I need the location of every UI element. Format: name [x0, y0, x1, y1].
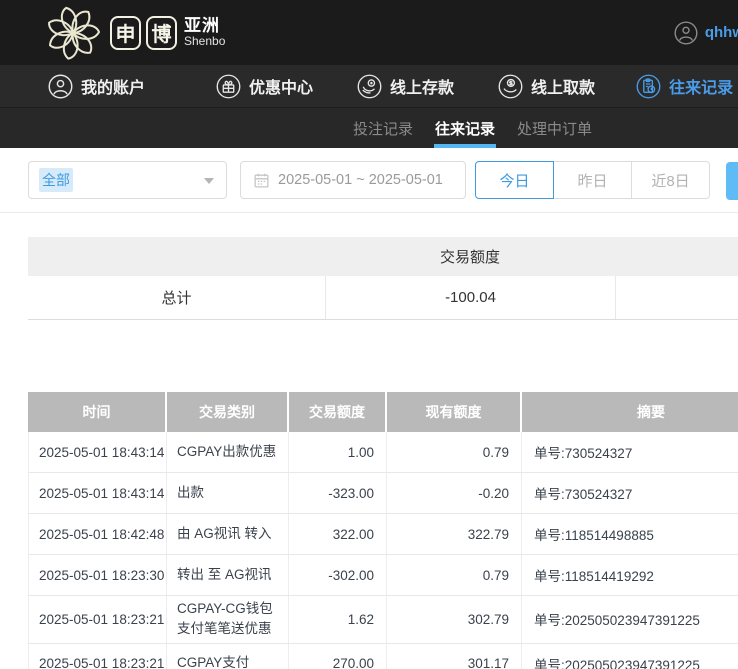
record-tabs: 投注记录 往来记录 处理中订单: [0, 107, 738, 148]
deposit-icon: [357, 74, 382, 99]
cell-balance: 322.79: [387, 514, 522, 554]
cell-balance: 302.79: [387, 596, 522, 643]
cell-amount: 1.00: [289, 432, 387, 472]
brand-subtitle: Shenbo: [184, 35, 225, 48]
cell-amount: -323.00: [289, 473, 387, 513]
cell-time: 2025-05-01 18:43:14: [28, 473, 167, 513]
summary-total-value: -100.04: [325, 276, 615, 319]
cell-type: 转出 至 AG视讯: [167, 555, 289, 595]
table-row: 2025-05-01 18:42:48 由 AG视讯 转入 322.00 322…: [28, 514, 738, 555]
nav-item-transaction-records[interactable]: 往来记录: [636, 74, 733, 99]
user-account-area[interactable]: qhhw: [674, 0, 738, 65]
cell-time: 2025-05-01 18:23:21: [28, 596, 167, 643]
cell-amount: 1.62: [289, 596, 387, 643]
nav-label: 优惠中心: [249, 74, 313, 98]
cell-balance: 0.79: [387, 432, 522, 472]
nav-item-my-account[interactable]: 我的账户: [48, 74, 145, 99]
main-navigation: 我的账户 优惠中心: [0, 65, 738, 107]
nav-item-promotions[interactable]: 优惠中心: [216, 74, 313, 99]
cell-balance: 0.79: [387, 555, 522, 595]
nav-label: 我的账户: [81, 74, 145, 98]
cell-type: CGPAY-CG钱包支付笔笔送优惠: [167, 596, 289, 643]
top-header-bar: 申 博 亚洲 Shenbo qhhw: [0, 0, 738, 65]
cell-balance: 301.17: [387, 644, 522, 669]
nav-label: 线上存款: [390, 74, 454, 98]
cell-summary: 单号:202505023947391225: [522, 596, 738, 643]
table-row: 2025-05-01 18:43:14 CGPAY出款优惠 1.00 0.79 …: [28, 432, 738, 473]
brand-char-bo: 博: [146, 16, 177, 50]
chevron-down-icon: [204, 178, 214, 184]
cell-summary: 单号:730524327: [522, 473, 738, 513]
table-row: 2025-05-01 18:43:14 出款 -323.00 -0.20 单号:…: [28, 473, 738, 514]
cell-summary: 单号:730524327: [522, 432, 738, 472]
table-row: 2025-05-01 18:23:21 CGPAY-CG钱包支付笔笔送优惠 1.…: [28, 596, 738, 644]
withdraw-icon: [498, 74, 523, 99]
summary-header-amount: 交易额度: [325, 246, 615, 267]
flower-logo-icon: [44, 4, 102, 62]
page: 申 博 亚洲 Shenbo qhhw 我的账户: [0, 0, 738, 669]
cell-time: 2025-05-01 18:43:14: [28, 432, 167, 472]
brand-region: 亚洲: [184, 17, 225, 35]
summary-empty-cell: [615, 276, 738, 319]
cell-type: 出款: [167, 473, 289, 513]
cell-time: 2025-05-01 18:42:48: [28, 514, 167, 554]
cell-amount: -302.00: [289, 555, 387, 595]
cell-balance: -0.20: [387, 473, 522, 513]
cell-summary: 单号:202505023947391225: [522, 644, 738, 669]
category-dropdown[interactable]: 全部: [28, 161, 227, 199]
tab-processing-orders[interactable]: 处理中订单: [516, 108, 593, 148]
cell-amount: 270.00: [289, 644, 387, 669]
nav-item-online-deposit[interactable]: 线上存款: [357, 74, 454, 99]
cell-time: 2025-05-01 18:23:30: [28, 555, 167, 595]
avatar-icon: [674, 21, 698, 45]
search-submit-button[interactable]: [726, 162, 738, 200]
gift-icon: [216, 74, 241, 99]
yesterday-button[interactable]: 昨日: [553, 161, 632, 199]
summary-total-label: 总计: [28, 276, 325, 319]
last-8-days-button[interactable]: 近8日: [631, 161, 710, 199]
table-header-row: 时间 交易类别 交易额度 现有额度 摘要: [28, 392, 738, 432]
summary-header-row: 交易额度: [28, 237, 738, 276]
date-range-input[interactable]: 2025-05-01 ~ 2025-05-01: [240, 161, 466, 199]
brand-logo[interactable]: 申 博 亚洲 Shenbo: [44, 4, 225, 62]
summary-table: 交易额度 总计 -100.04: [28, 237, 738, 320]
column-header-time: 时间: [28, 392, 165, 432]
category-selected-value: 全部: [39, 168, 73, 192]
brand-char-shen: 申: [110, 16, 141, 50]
quick-date-buttons: 今日 昨日 近8日: [475, 161, 710, 199]
tab-transaction-records[interactable]: 往来记录: [434, 108, 496, 148]
tab-betting-records[interactable]: 投注记录: [352, 108, 414, 148]
filter-bar: 全部 2025-05-01 ~ 2025-05-01 今日 昨日 近8日: [0, 148, 738, 213]
records-icon: [636, 74, 661, 99]
column-header-type: 交易类别: [167, 392, 287, 432]
cell-type: 由 AG视讯 转入: [167, 514, 289, 554]
date-range-value: 2025-05-01 ~ 2025-05-01: [278, 172, 443, 188]
user-icon: [48, 74, 73, 99]
cell-type: CGPAY支付: [167, 644, 289, 669]
calendar-icon: [253, 172, 270, 189]
column-header-balance: 现有额度: [387, 392, 520, 432]
cell-summary: 单号:118514498885: [522, 514, 738, 554]
cell-summary: 单号:118514419292: [522, 555, 738, 595]
today-button[interactable]: 今日: [475, 161, 554, 199]
nav-item-online-withdrawal[interactable]: 线上取款: [498, 74, 595, 99]
table-row: 2025-05-01 18:23:30 转出 至 AG视讯 -302.00 0.…: [28, 555, 738, 596]
username-label[interactable]: qhhw: [705, 24, 738, 41]
cell-type: CGPAY出款优惠: [167, 432, 289, 472]
nav-label: 往来记录: [669, 74, 733, 98]
transactions-table: 时间 交易类别 交易额度 现有额度 摘要 2025-05-01 18:43:14…: [28, 392, 738, 669]
cell-time: 2025-05-01 18:23:21: [28, 644, 167, 669]
column-header-summary: 摘要: [522, 392, 738, 432]
nav-label: 线上取款: [531, 74, 595, 98]
table-row: 2025-05-01 18:23:21 CGPAY支付 270.00 301.1…: [28, 644, 738, 669]
cell-amount: 322.00: [289, 514, 387, 554]
column-header-amount: 交易额度: [289, 392, 385, 432]
summary-total-row: 总计 -100.04: [28, 276, 738, 320]
